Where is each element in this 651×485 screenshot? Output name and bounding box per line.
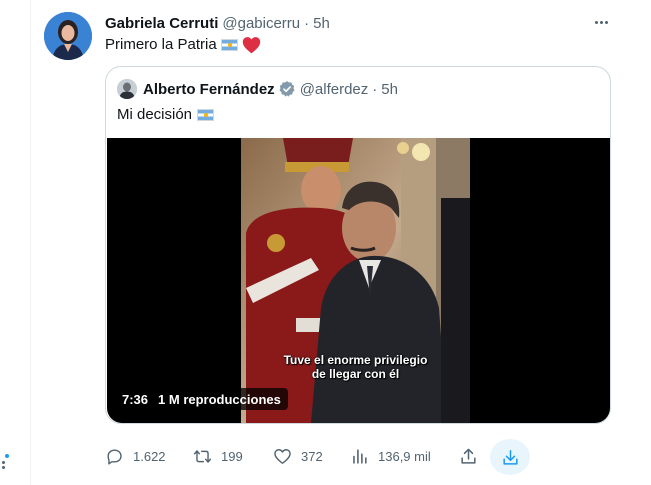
video-player[interactable]: Tuve el enorme privilegio de llegar con … <box>107 138 610 423</box>
retweet-button[interactable]: 199 <box>193 445 243 467</box>
reply-count: 1.622 <box>133 448 166 464</box>
quoted-tweet-header: Alberto Fernández @alferdez · 5h <box>117 79 398 99</box>
quoted-author-handle[interactable]: @alferdez <box>300 81 369 98</box>
more-icon[interactable] <box>589 10 613 34</box>
like-count: 372 <box>301 448 323 464</box>
reply-icon <box>107 448 122 465</box>
red-heart-icon <box>242 37 260 54</box>
quoted-time[interactable]: 5h <box>381 81 398 98</box>
avatar[interactable] <box>44 12 92 60</box>
reply-button[interactable]: 1.622 <box>105 445 166 467</box>
tweet-header: Gabriela Cerruti @gabicerru · 5h <box>105 13 330 33</box>
like-icon <box>274 448 291 464</box>
views-button[interactable]: 136,9 mil <box>350 445 431 467</box>
tweet-time[interactable]: 5h <box>313 15 330 32</box>
argentina-flag-icon <box>197 109 215 121</box>
views-count: 136,9 mil <box>378 448 431 464</box>
status-dots <box>2 454 12 470</box>
retweet-count: 199 <box>221 448 243 464</box>
tweet-text: Primero la Patria <box>105 35 261 55</box>
quoted-separator: · <box>372 80 378 98</box>
left-sidebar-edge <box>0 0 30 485</box>
quoted-text-content: Mi decisión <box>117 106 193 123</box>
download-icon <box>502 449 518 465</box>
quoted-author-name[interactable]: Alberto Fernández <box>143 81 275 98</box>
share-button[interactable] <box>459 445 478 467</box>
quoted-tweet[interactable]: Alberto Fernández @alferdez · 5h Mi deci… <box>105 66 611 424</box>
download-button[interactable] <box>490 439 530 475</box>
tweet-actions: 1.622 199 372 136,9 mil <box>105 439 535 475</box>
author-name[interactable]: Gabriela Cerruti <box>105 15 218 32</box>
tweet[interactable]: Gabriela Cerruti @gabicerru · 5h Primero… <box>30 0 651 485</box>
video-views: 1 M reproducciones <box>158 391 281 407</box>
video-meta-badge: 7:36 1 M reproducciones <box>115 388 288 410</box>
argentina-flag-icon <box>220 39 238 51</box>
quoted-avatar <box>117 79 137 99</box>
share-icon <box>461 448 476 464</box>
views-icon <box>353 448 367 464</box>
quoted-tweet-text: Mi decisión <box>117 105 215 125</box>
tweet-text-content: Primero la Patria <box>105 36 217 53</box>
separator: · <box>304 14 310 32</box>
retweet-icon <box>193 449 212 463</box>
verified-badge-icon <box>279 81 295 97</box>
video-duration: 7:36 <box>122 391 149 407</box>
video-subtitle-line-2: de llegar con él <box>311 367 400 381</box>
author-handle[interactable]: @gabicerru <box>222 15 300 32</box>
like-button[interactable]: 372 <box>273 445 323 467</box>
